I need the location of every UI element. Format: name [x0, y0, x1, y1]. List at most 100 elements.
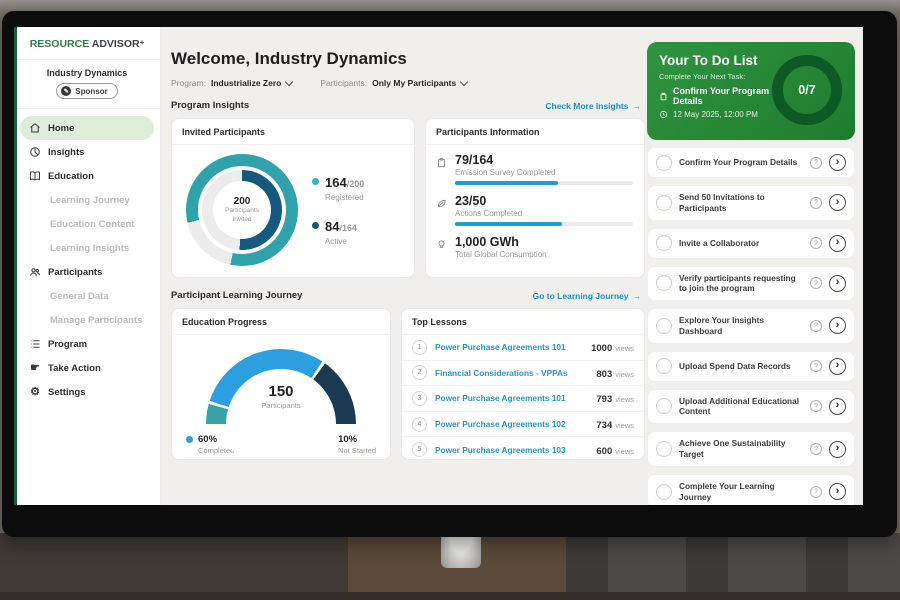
sidebar-item-label: Program: [48, 339, 87, 350]
clock-icon: [659, 110, 668, 119]
info-icon[interactable]: ?: [810, 320, 822, 332]
lesson-link[interactable]: Power Purchase Agreements 102: [435, 419, 588, 429]
lesson-rank: 2: [412, 365, 427, 380]
chevron-down-icon: [460, 77, 468, 85]
program-filter-label: Program:: [171, 78, 206, 88]
lesson-row[interactable]: 2 Financial Considerations - VPPAs 803vi…: [402, 360, 644, 386]
sidebar-item-insights[interactable]: Insights: [20, 140, 154, 164]
registered-label: Registered: [325, 193, 364, 202]
lesson-row[interactable]: 3 Power Purchase Agreements 101 793views: [402, 385, 644, 411]
sidebar-item-learning-journey[interactable]: Learning Journey: [20, 188, 154, 212]
page-title: Welcome, Industry Dynamics: [171, 49, 641, 69]
task-row[interactable]: Send 50 Invitations to Participants ? ›: [647, 185, 855, 221]
lesson-link[interactable]: Power Purchase Agreements 101: [435, 342, 583, 352]
lesson-row[interactable]: 4 Power Purchase Agreements 102 734views: [402, 411, 644, 437]
legend-dot: [186, 436, 193, 443]
sponsor-badge-label: Sponsor: [75, 87, 107, 96]
chevron-right-icon[interactable]: ›: [829, 483, 846, 500]
info-icon[interactable]: ?: [810, 486, 822, 498]
task-row[interactable]: Explore Your Insights Dashboard ? ›: [647, 308, 855, 344]
go-to-learning-journey-label: Go to Learning Journey: [533, 291, 629, 301]
sidebar-item-home[interactable]: Home: [20, 116, 154, 140]
sidebar-item-settings[interactable]: ⚙ Settings: [20, 380, 154, 404]
sidebar-item-education[interactable]: Education: [20, 164, 154, 188]
task-checkbox[interactable]: [656, 318, 672, 334]
logo-advisor: ADVISOR: [92, 38, 140, 50]
task-label: Explore Your Insights Dashboard: [679, 315, 803, 337]
task-row[interactable]: Confirm Your Program Details ? ›: [647, 147, 855, 178]
lesson-rank: 1: [412, 340, 427, 355]
chevron-right-icon[interactable]: ›: [829, 194, 846, 211]
info-icon[interactable]: ?: [810, 277, 822, 289]
task-row[interactable]: Upload Spend Data Records ? ›: [647, 351, 855, 382]
info-icon[interactable]: ?: [810, 197, 822, 209]
task-checkbox[interactable]: [656, 441, 672, 457]
sponsor-icon: ✎: [61, 86, 71, 96]
arrow-right-icon: →: [633, 101, 642, 111]
go-to-learning-journey-link[interactable]: Go to Learning Journey →: [533, 291, 641, 301]
todo-next-task-label: Confirm Your Program Details: [673, 86, 787, 106]
legend-active: 84/164 Active: [312, 218, 364, 246]
chevron-right-icon[interactable]: ›: [829, 441, 846, 458]
emission-survey-label: Emission Survey Completed: [455, 168, 633, 177]
chevron-right-icon[interactable]: ›: [829, 275, 846, 292]
sidebar-item-participants[interactable]: Participants: [20, 260, 154, 284]
sidebar-item-label: Education Content: [50, 219, 134, 230]
lesson-link[interactable]: Power Purchase Agreements 103: [435, 445, 588, 455]
chevron-right-icon[interactable]: ›: [829, 235, 846, 252]
info-icon[interactable]: ?: [810, 443, 822, 455]
lesson-row[interactable]: 5 Power Purchase Agreements 103 600views: [402, 436, 644, 460]
lesson-link[interactable]: Financial Considerations - VPPAs: [435, 368, 588, 378]
background-wall-right: [566, 533, 900, 600]
task-checkbox[interactable]: [656, 398, 672, 414]
sidebar-item-label: Home: [48, 123, 74, 134]
sidebar-item-program[interactable]: Program: [20, 332, 154, 356]
learning-journey-header: Participant Learning Journey Go to Learn…: [171, 290, 641, 301]
todo-progress-ring: 0/7: [772, 55, 842, 125]
info-icon[interactable]: ?: [810, 157, 822, 169]
chevron-right-icon[interactable]: ›: [829, 358, 846, 375]
chevron-right-icon[interactable]: ›: [829, 154, 846, 171]
check-more-insights-link[interactable]: Check More Insights →: [545, 101, 641, 111]
chevron-right-icon[interactable]: ›: [829, 398, 846, 415]
sidebar-item-take-action[interactable]: ☛ Take Action: [20, 356, 154, 380]
info-icon[interactable]: ?: [810, 360, 822, 372]
task-checkbox[interactable]: [656, 275, 672, 291]
task-checkbox[interactable]: [656, 358, 672, 374]
dashboard-screen: RESOURCE ADVISOR+ Industry Dynamics ✎ Sp…: [14, 27, 863, 505]
sidebar-item-learning-insights[interactable]: Learning Insights: [20, 236, 154, 260]
task-row[interactable]: Achieve One Sustainability Target ? ›: [647, 431, 855, 467]
sidebar-item-label: Learning Insights: [50, 243, 129, 254]
chevron-right-icon[interactable]: ›: [829, 317, 846, 334]
task-checkbox[interactable]: [656, 235, 672, 251]
sidebar-item-general-data[interactable]: General Data: [20, 284, 154, 308]
participants-filter-label: Participants:: [320, 78, 367, 88]
actions-completed-row: 23/50 Actions Completed: [436, 194, 632, 226]
task-row[interactable]: Upload Additional Educational Content ? …: [647, 389, 855, 425]
learning-journey-title: Participant Learning Journey: [171, 290, 302, 301]
sidebar-item-label: Learning Journey: [50, 195, 130, 206]
filter-bar: Program: Industrialize Zero Participants…: [171, 78, 641, 88]
education-progress-card: Education Progress 150 Participants 60% …: [171, 308, 391, 460]
task-checkbox[interactable]: [656, 155, 672, 171]
task-checkbox[interactable]: [656, 484, 672, 500]
lesson-row[interactable]: 1 Power Purchase Agreements 101 1000view…: [402, 335, 644, 360]
program-filter[interactable]: Program: Industrialize Zero: [171, 78, 292, 88]
info-icon[interactable]: ?: [810, 400, 822, 412]
sidebar-item-label: Settings: [48, 387, 85, 398]
take-action-icon: ☛: [29, 362, 41, 374]
task-row[interactable]: Complete Your Learning Journey ? ›: [647, 474, 855, 505]
task-label: Upload Spend Data Records: [679, 361, 803, 372]
participants-filter[interactable]: Participants: Only My Participants: [320, 78, 467, 88]
task-checkbox[interactable]: [656, 195, 672, 211]
invited-donut-center: 200 ParticipantsInvited: [213, 181, 271, 239]
sidebar-item-manage-participants[interactable]: Manage Participants: [20, 308, 154, 332]
lesson-link[interactable]: Power Purchase Agreements 101: [435, 393, 588, 403]
sponsor-badge[interactable]: ✎ Sponsor: [56, 83, 117, 99]
sidebar-item-education-content[interactable]: Education Content: [20, 212, 154, 236]
sidebar-item-label: Education: [48, 171, 94, 182]
task-row[interactable]: Invite a Collaborator ? ›: [647, 228, 855, 259]
info-icon[interactable]: ?: [810, 237, 822, 249]
program-insights-title: Program Insights: [171, 100, 249, 111]
task-row[interactable]: Verify participants requesting to join t…: [647, 266, 855, 302]
